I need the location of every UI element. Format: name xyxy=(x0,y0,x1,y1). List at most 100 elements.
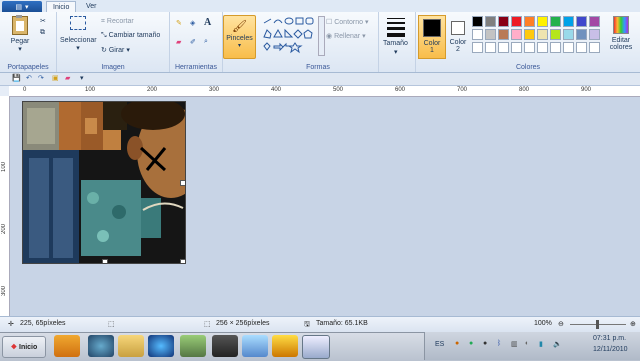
brushes-button[interactable]: 🖌 Pinceles ▾ xyxy=(223,15,256,59)
color-swatch[interactable] xyxy=(498,42,509,53)
eraser-quick-icon[interactable]: ▰ xyxy=(65,74,70,82)
clock-time[interactable]: 07:31 p.m. xyxy=(593,335,626,342)
color-swatch[interactable] xyxy=(511,29,522,40)
tray-icon-3[interactable]: ● xyxy=(483,340,487,347)
color2-button[interactable]: Color 2 xyxy=(447,15,469,57)
color-swatch[interactable] xyxy=(576,16,587,27)
tray-icon-1[interactable]: ● xyxy=(455,340,459,347)
tab-view[interactable]: Ver xyxy=(80,1,103,12)
color-swatch[interactable] xyxy=(524,29,535,40)
clock-date[interactable]: 12/11/2010 xyxy=(593,346,628,353)
taskbar-app-2[interactable] xyxy=(212,335,238,357)
rotate-button[interactable]: ↻ Girar ▾ xyxy=(101,46,130,54)
color-swatch[interactable] xyxy=(511,42,522,53)
color-swatch[interactable] xyxy=(485,42,496,53)
taskbar-app-media[interactable] xyxy=(54,335,80,357)
color-swatch[interactable] xyxy=(563,42,574,53)
customize-dropdown-icon[interactable]: ▾ xyxy=(80,74,84,82)
save-icon[interactable]: 💾 xyxy=(12,74,21,82)
color-swatch[interactable] xyxy=(472,29,483,40)
size-lines-icon[interactable] xyxy=(387,18,405,37)
undo-icon[interactable]: ↶ xyxy=(26,74,32,82)
chevron-down-icon[interactable]: ▾ xyxy=(394,48,398,56)
color-swatch[interactable] xyxy=(485,16,496,27)
resize-handle-right[interactable] xyxy=(180,180,185,186)
taskbar-app-explorer[interactable] xyxy=(118,335,144,357)
tray-icon-2[interactable]: ● xyxy=(469,340,473,347)
color-swatch[interactable] xyxy=(472,16,483,27)
group-label-colors: Colores xyxy=(515,64,541,71)
network-icon[interactable]: ▥ xyxy=(511,340,518,348)
taskbar-app-4[interactable] xyxy=(272,335,298,357)
color-swatch[interactable] xyxy=(485,29,496,40)
pencil-icon[interactable]: ✎ xyxy=(176,19,182,27)
cut-icon[interactable]: ✂ xyxy=(40,17,46,25)
zoom-slider-thumb[interactable] xyxy=(596,320,599,329)
color-swatch[interactable] xyxy=(563,16,574,27)
edit-colors-button[interactable]: Editar colores xyxy=(608,16,634,51)
color-swatch[interactable] xyxy=(550,16,561,27)
color-swatch[interactable] xyxy=(589,42,600,53)
brush-quick-icon[interactable]: ▣ xyxy=(52,74,59,82)
tray-icon-4[interactable]: ◐ xyxy=(525,340,529,347)
color-swatch[interactable] xyxy=(563,29,574,40)
color1-button[interactable]: Color 1 xyxy=(418,15,446,59)
crop-button[interactable]: ⌗ Recortar xyxy=(101,18,134,26)
taskbar-app-ie[interactable] xyxy=(148,335,174,357)
color-swatch[interactable] xyxy=(550,29,561,40)
redo-icon[interactable]: ↷ xyxy=(38,74,44,82)
color-swatch[interactable] xyxy=(498,29,509,40)
ruler-tick-label: 500 xyxy=(333,87,344,93)
color-swatch[interactable] xyxy=(537,29,548,40)
color-swatch[interactable] xyxy=(472,42,483,53)
taskbar-app-messenger[interactable] xyxy=(88,335,114,357)
size-label[interactable]: Tamaño xyxy=(383,40,408,47)
color-swatch[interactable] xyxy=(576,29,587,40)
taskbar-app-1[interactable] xyxy=(180,335,206,357)
text-icon[interactable]: A xyxy=(204,17,211,28)
color-swatch[interactable] xyxy=(524,16,535,27)
edit-colors-label-2: colores xyxy=(609,44,633,51)
fill-icon[interactable]: ◈ xyxy=(190,19,195,27)
eraser-icon[interactable]: ▰ xyxy=(176,38,181,46)
color-swatch[interactable] xyxy=(589,16,600,27)
system-tray: ES ● ● ● ᛒ ▥ ◐ ▮ 🔈 07:31 p.m. 12/11/2010 xyxy=(424,332,640,360)
shapes-scroll[interactable] xyxy=(318,16,325,56)
zoom-out-icon[interactable]: ⊖ xyxy=(558,320,564,328)
select-button[interactable]: Seleccionar ▾ xyxy=(60,16,97,52)
taskbar-app-paint[interactable] xyxy=(302,335,330,359)
paste-label: Pegar xyxy=(10,38,30,45)
color-swatch[interactable] xyxy=(576,42,587,53)
copy-icon[interactable]: ⧉ xyxy=(40,29,45,37)
color-swatch[interactable] xyxy=(550,42,561,53)
magnifier-icon[interactable]: ⌕ xyxy=(204,38,208,46)
ruler-tick-label: 100 xyxy=(85,87,96,93)
battery-icon[interactable]: ▮ xyxy=(539,340,543,348)
zoom-in-icon[interactable]: ⊕ xyxy=(630,320,636,328)
shapes-gallery[interactable] xyxy=(262,17,316,55)
color-picker-icon[interactable]: ✐ xyxy=(190,38,196,46)
language-indicator[interactable]: ES xyxy=(435,341,444,348)
paint-menu-button[interactable]: ▤ ▾ xyxy=(2,1,42,12)
color1-number: 1 xyxy=(430,47,434,54)
resize-button[interactable]: ⤡ Cambiar tamaño xyxy=(101,32,160,40)
image-canvas[interactable] xyxy=(22,101,186,264)
color-swatch[interactable] xyxy=(537,42,548,53)
color-swatch[interactable] xyxy=(524,42,535,53)
resize-handle-corner[interactable] xyxy=(180,259,185,263)
start-button[interactable]: ❖ Inicio xyxy=(2,336,46,358)
bluetooth-icon[interactable]: ᛒ xyxy=(497,340,501,347)
color-swatch[interactable] xyxy=(589,29,600,40)
paste-button[interactable]: Pegar ▾ xyxy=(8,15,32,53)
color-swatch[interactable] xyxy=(537,16,548,27)
resize-handle-bottom[interactable] xyxy=(102,259,108,263)
outline-button[interactable]: ☐ Contorno ▾ xyxy=(326,18,369,26)
group-label-shapes: Formas xyxy=(306,64,330,71)
taskbar-app-3[interactable] xyxy=(242,335,268,357)
volume-icon[interactable]: 🔈 xyxy=(553,340,562,348)
color-swatch[interactable] xyxy=(498,16,509,27)
fill-button[interactable]: ◉ Rellenar ▾ xyxy=(326,32,366,40)
color1-swatch xyxy=(423,19,441,37)
ruler-tick-label: 200 xyxy=(1,224,7,235)
color-swatch[interactable] xyxy=(511,16,522,27)
